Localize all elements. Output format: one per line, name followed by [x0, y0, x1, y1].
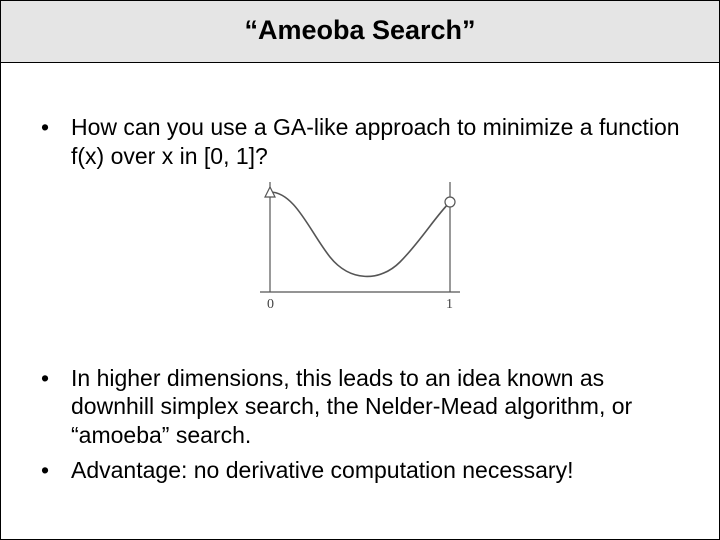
bullet-item: • Advantage: no derivative computation n… — [37, 456, 683, 485]
function-plot: 0 1 — [240, 177, 480, 317]
bullet-item: • In higher dimensions, this leads to an… — [37, 364, 683, 450]
plot-svg — [240, 177, 480, 317]
bullet-item: • How can you use a GA-like approach to … — [37, 113, 683, 171]
bullet-dot: • — [37, 113, 71, 171]
bullet-text: How can you use a GA-like approach to mi… — [71, 113, 683, 171]
bullet-dot: • — [37, 364, 71, 450]
bullet-text: In higher dimensions, this leads to an i… — [71, 364, 683, 450]
bullet-dot: • — [37, 456, 71, 485]
x-tick-0: 0 — [267, 297, 274, 313]
x-tick-1: 1 — [446, 297, 453, 313]
slide-body: • How can you use a GA-like approach to … — [1, 63, 719, 485]
title-bar: “Ameoba Search” — [1, 1, 719, 63]
figure-container: 0 1 — [37, 177, 683, 322]
bullet-text: Advantage: no derivative computation nec… — [71, 456, 683, 485]
slide-title: “Ameoba Search” — [1, 15, 719, 46]
